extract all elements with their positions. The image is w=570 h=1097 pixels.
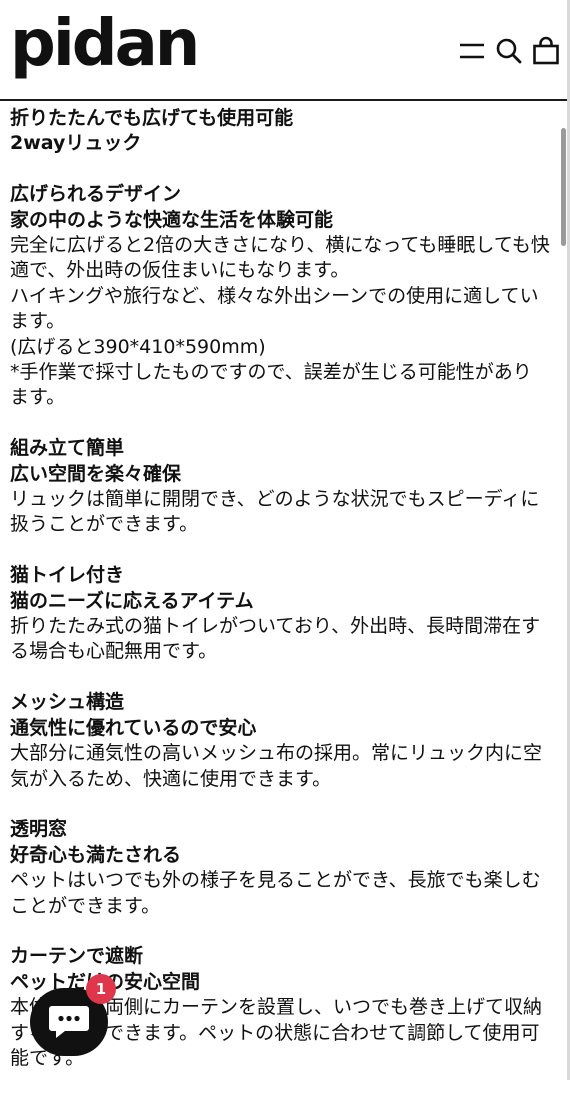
site-logo[interactable]: pidan [10,4,200,84]
site-header: pidan [0,0,570,101]
section-subheading: 猫のニーズに応えるアイテム [10,589,254,612]
cart-icon[interactable] [531,36,561,66]
section-subheading: 広い空間を楽々確保 [10,462,182,485]
section-window: 透明窓 好奇心も満たされる ペットはいつでも外の様子を見ることができ、長旅でも楽… [10,817,550,919]
section-cat-toilet: 猫トイレ付き 猫のニーズに応えるアイテム 折りたたみ式の猫トイレがついており、外… [10,563,550,665]
section-subheading: 2wayリュック [10,132,142,155]
section-subheading: 通気性に優れているので安心 [10,716,257,739]
section-subheading: 家の中のような快適な生活を体験可能 [10,208,334,231]
section-assembly: 組み立て簡単 広い空間を楽々確保 リュックは簡単に開閉でき、どのような状況でもス… [10,436,550,538]
section-subheading: 好奇心も満たされる [10,843,182,866]
section-design: 広げられるデザイン 家の中のような快適な生活を体験可能 完全に広げると2倍の大き… [10,182,550,411]
menu-icon[interactable] [457,36,487,66]
section-text: (広げると390*410*590mm) [10,335,266,358]
section-text: *手作業で採寸したものですので、誤差が生じる可能性があります。 [10,361,532,409]
scrollbar[interactable] [561,128,566,246]
section-text: ペットはいつでも外の様子を見ることができ、長旅でも楽しむことができます。 [10,869,541,917]
section-text: ハイキングや旅行など、様々な外出シーンでの使用に適しています。 [10,284,539,333]
section-2way: 折りたたんでも広げても使用可能 2wayリュック [10,106,550,157]
section-heading: カーテンで遮断 [10,945,144,968]
section-heading: 透明窓 [10,818,68,841]
section-heading: 猫トイレ付き [10,564,125,587]
section-text: 大部分に通気性の高いメッシュ布の採用。常にリュック内に空気が入るため、快適に使用… [10,742,543,790]
section-text: リュックは簡単に開閉でき、どのような状況でもスピーディに扱うことができます。 [10,488,540,536]
section-text: 完全に広げると2倍の大きさになり、横になっても睡眠しても快適で、外出時の仮住まい… [10,234,550,282]
section-heading: 広げられるデザイン [10,183,182,206]
section-heading: 組み立て簡単 [10,437,125,460]
search-icon[interactable] [494,36,524,66]
section-heading: 折りたたんでも広げても使用可能 [10,107,294,129]
section-mesh: メッシュ構造 通気性に優れているので安心 大部分に通気性の高いメッシュ布の採用。… [10,690,550,792]
section-heading: メッシュ構造 [10,691,125,714]
section-text: 折りたたみ式の猫トイレがついており、外出時、長時間滞在する場合も心配無用です。 [10,615,541,663]
chat-bubble-icon [49,1006,89,1038]
chat-notification-badge: 1 [86,974,116,1004]
product-description: 折りたたんでも広げても使用可能 2wayリュック 広げられるデザイン 家の中のよ… [10,106,550,1097]
